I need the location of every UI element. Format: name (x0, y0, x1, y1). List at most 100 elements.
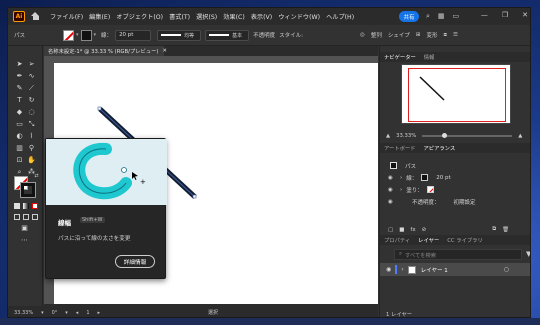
eyedropper-tool-icon[interactable]: ⚲ (27, 144, 36, 153)
zoom-out-icon[interactable]: ▲ (386, 133, 390, 139)
opacity-row-value[interactable]: 初期設定 (454, 198, 476, 206)
direct-selection-tool-icon[interactable]: ➢ (27, 60, 36, 69)
tab-info[interactable]: 情報 (424, 53, 435, 61)
menu-object[interactable]: オブジェクト(O) (116, 12, 163, 21)
visibility-eye-icon[interactable]: ◉ (388, 187, 398, 193)
scale-tool-icon[interactable]: ⤡ (27, 120, 36, 129)
visibility-eye-icon[interactable]: ◉ (388, 199, 398, 205)
transform-label[interactable]: 変形 (426, 31, 437, 39)
add-stroke-icon[interactable]: ▢ (388, 227, 393, 233)
stroke-row-value[interactable]: 20 pt (436, 175, 450, 181)
selection-tool-icon[interactable]: ➤ (15, 60, 24, 69)
tab-appearance[interactable]: アピアランス (423, 144, 455, 152)
opacity-label[interactable]: 不透明度 (253, 31, 275, 39)
fill-swatch[interactable] (63, 29, 75, 41)
chevron-down-icon[interactable]: ▾ (41, 310, 44, 316)
layer-name[interactable]: レイヤー 1 (421, 266, 448, 274)
menu-file[interactable]: ファイル(F) (50, 12, 83, 21)
artboard-index[interactable]: 1 (86, 310, 89, 316)
eraser-tool-icon[interactable]: ◆ (15, 108, 24, 117)
zoom-slider-handle[interactable] (442, 132, 448, 138)
expand-chevron-icon[interactable]: › (401, 266, 403, 273)
menu-type[interactable]: 書式(T) (169, 12, 190, 21)
menu-effect[interactable]: 効果(C) (223, 12, 245, 21)
globe-icon[interactable]: ◎ (360, 32, 365, 38)
draw-inside-icon[interactable] (32, 214, 38, 220)
add-fill-icon[interactable]: ■ (399, 227, 404, 233)
menu-help[interactable]: ヘルプ(H) (326, 12, 354, 21)
expand-chevron-icon[interactable]: › (400, 175, 402, 181)
visibility-eye-icon[interactable]: ◉ (388, 175, 398, 181)
tab-cc-libraries[interactable]: CC ライブラリ (447, 236, 483, 244)
rectangle-tool-icon[interactable]: ▭ (15, 120, 24, 129)
draw-normal-icon[interactable] (14, 214, 20, 220)
arrange-documents-icon[interactable]: ▦ (438, 12, 445, 21)
zoom-level[interactable]: 33.33% (14, 310, 33, 316)
stroke-color-box[interactable] (20, 182, 36, 198)
minimize-icon[interactable]: — (481, 11, 488, 19)
trash-icon[interactable]: 🗑 (502, 227, 509, 233)
gradient-mode-icon[interactable] (23, 203, 29, 209)
gradient-tool-icon[interactable]: ▥ (15, 144, 24, 153)
type-tool-icon[interactable]: T (15, 96, 24, 105)
menu-select[interactable]: 選択(S) (196, 12, 217, 21)
menu-icon[interactable]: ☰ (453, 32, 458, 38)
layer-row[interactable]: ◉ › レイヤー 1 ○ (380, 263, 530, 276)
swap-colors-icon[interactable]: ⇄ (32, 172, 41, 181)
visibility-eye-icon[interactable]: ◉ (386, 266, 391, 273)
menu-edit[interactable]: 編集(E) (89, 12, 110, 21)
maximize-icon[interactable]: ❐ (502, 11, 508, 19)
rotation-value[interactable]: 0° (52, 310, 58, 316)
color-mode-icon[interactable] (14, 203, 20, 209)
appearance-fill-row[interactable]: ◉ › 塗り： (380, 184, 530, 195)
lasso-tool-icon[interactable]: ◌ (27, 108, 36, 117)
close-icon[interactable]: ✕ (522, 11, 528, 19)
workspace-icon[interactable]: ▭ (453, 12, 460, 21)
tab-artboards[interactable]: アートボード (384, 144, 415, 152)
tab-layers[interactable]: レイヤー (418, 236, 439, 244)
appearance-opacity-row[interactable]: ◉ 不透明度： 初期設定 (380, 196, 530, 207)
close-tab-icon[interactable]: ✕ (162, 48, 166, 54)
fill-row-swatch[interactable] (426, 186, 434, 193)
more-tools-icon[interactable]: ⋯ (20, 236, 29, 245)
appearance-stroke-row[interactable]: ◉ › 線： 20 pt (380, 172, 530, 183)
isolate-icon[interactable]: ⧈ (443, 32, 447, 39)
clear-icon[interactable]: ⊘ (422, 227, 427, 233)
transform-icon[interactable]: ⊞ (416, 32, 421, 38)
target-icon[interactable]: ○ (504, 266, 509, 273)
menu-window[interactable]: ウィンドウ(W) (278, 12, 320, 21)
arrange-label[interactable]: 整列 (371, 31, 382, 39)
zoom-slider[interactable] (422, 132, 513, 138)
chevron-down-icon[interactable]: ▾ (94, 32, 97, 38)
navigator-preview[interactable] (401, 64, 511, 124)
navigator-zoom-value[interactable]: 33.33% (396, 133, 416, 139)
hand-tool-icon[interactable]: ✋ (27, 156, 36, 165)
curvature-tool-icon[interactable]: ∿ (27, 72, 36, 81)
variable-width-profile[interactable]: 均等 (157, 29, 202, 41)
document-tab[interactable]: 名称未設定-1* @ 33.33 % (RGB/プレビュー) ✕ (44, 46, 167, 56)
fx-button[interactable]: fx (410, 227, 415, 233)
brush-tool-icon[interactable]: ⟋ (27, 84, 36, 93)
pencil-tool-icon[interactable]: ✎ (15, 84, 24, 93)
shape-builder-tool-icon[interactable]: ◐ (15, 132, 24, 141)
layers-search-input[interactable]: ⌕ すべてを検索 (394, 249, 522, 260)
tab-properties[interactable]: プロパティ (384, 236, 410, 244)
menu-view[interactable]: 表示(V) (251, 12, 272, 21)
next-artboard-icon[interactable]: ▸ (98, 310, 101, 316)
duplicate-icon[interactable]: ⧉ (492, 226, 496, 233)
style-label[interactable]: スタイル: (279, 31, 303, 39)
pen-tool-icon[interactable]: ✒ (15, 72, 24, 81)
share-button[interactable]: 共有 (399, 11, 419, 22)
prev-artboard-icon[interactable]: ◂ (76, 310, 79, 316)
zoom-in-icon[interactable]: ▲ (518, 133, 522, 139)
search-icon[interactable]: ⌕ (426, 12, 430, 21)
screen-mode-icon[interactable]: ▣ (20, 224, 29, 233)
width-tool-icon[interactable]: ⌇ (27, 132, 36, 141)
filter-icon[interactable]: ▼ (526, 250, 530, 258)
stroke-swatch[interactable] (80, 29, 92, 41)
draw-behind-icon[interactable] (23, 214, 29, 220)
home-icon[interactable] (31, 12, 40, 21)
shape-label[interactable]: シェイプ (388, 31, 410, 39)
chevron-down-icon[interactable]: ▾ (65, 310, 68, 316)
rotate-tool-icon[interactable]: ↻ (27, 96, 36, 105)
